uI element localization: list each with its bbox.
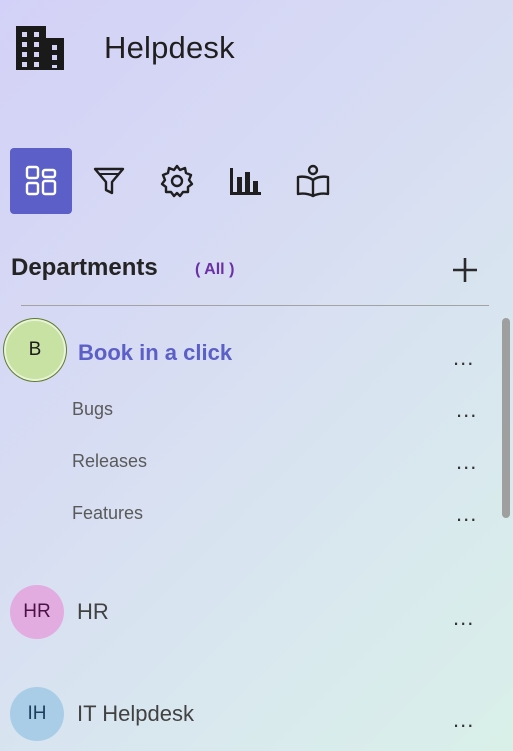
department-item-book-in-a-click[interactable]: Book in a click xyxy=(78,340,232,366)
department-more-button[interactable]: ... xyxy=(453,347,474,369)
app-title: Helpdesk xyxy=(104,30,235,65)
department-more-button[interactable]: ... xyxy=(453,709,474,731)
list-scrollbar-thumb[interactable] xyxy=(502,318,510,518)
subcategory-more-button[interactable]: ... xyxy=(456,399,477,421)
toolbar-dashboard-button[interactable] xyxy=(10,148,72,214)
avatar: IH xyxy=(10,687,64,741)
departments-filter-link[interactable]: ( All ) xyxy=(195,261,234,279)
building-icon xyxy=(14,24,66,72)
toolbar-reports-button[interactable] xyxy=(214,148,276,214)
department-item-it-helpdesk[interactable]: IT Helpdesk xyxy=(77,701,194,727)
add-department-button[interactable] xyxy=(449,254,481,286)
funnel-icon xyxy=(93,167,125,195)
subcategory-item-features[interactable]: Features xyxy=(72,503,143,524)
plus-icon xyxy=(453,258,477,282)
avatar: B xyxy=(6,321,64,379)
book-user-icon xyxy=(296,164,330,198)
subcategory-more-button[interactable]: ... xyxy=(456,451,477,473)
grid-icon xyxy=(25,165,57,196)
toolbar-settings-button[interactable] xyxy=(146,148,208,214)
department-item-hr[interactable]: HR xyxy=(77,599,109,625)
departments-title: Departments xyxy=(11,254,158,281)
subcategory-item-bugs[interactable]: Bugs xyxy=(72,399,113,420)
subcategory-item-releases[interactable]: Releases xyxy=(72,451,147,472)
section-divider xyxy=(21,305,489,306)
gear-icon xyxy=(160,164,194,198)
avatar: HR xyxy=(10,585,64,639)
toolbar-filter-button[interactable] xyxy=(78,148,140,214)
subcategory-more-button[interactable]: ... xyxy=(456,503,477,525)
department-more-button[interactable]: ... xyxy=(453,607,474,629)
bar-chart-icon xyxy=(230,168,261,195)
toolbar-knowledge-button[interactable] xyxy=(282,148,344,214)
